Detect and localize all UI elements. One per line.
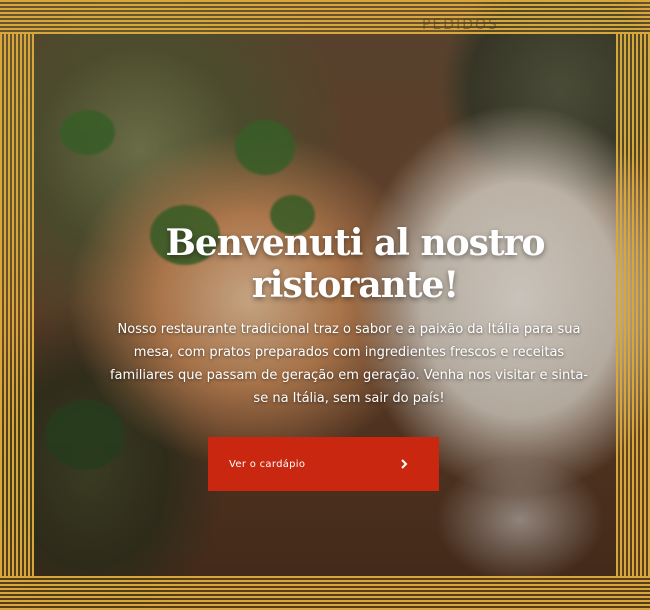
- hero-title: Benvenuti al nostro ristorante!: [165, 222, 545, 306]
- view-menu-label: Ver o cardápio: [229, 458, 306, 470]
- border-bottom: [0, 576, 650, 610]
- nav-link-pedidos[interactable]: PEDIDOS: [422, 17, 499, 33]
- chevron-right-icon: [401, 459, 408, 469]
- hero-section: PEDIDOS Benvenuti al nostro ristorante! …: [0, 0, 650, 610]
- border-top: [0, 0, 650, 34]
- view-menu-button[interactable]: Ver o cardápio: [208, 437, 439, 491]
- hero-description: Nosso restaurante tradicional traz o sab…: [109, 322, 589, 406]
